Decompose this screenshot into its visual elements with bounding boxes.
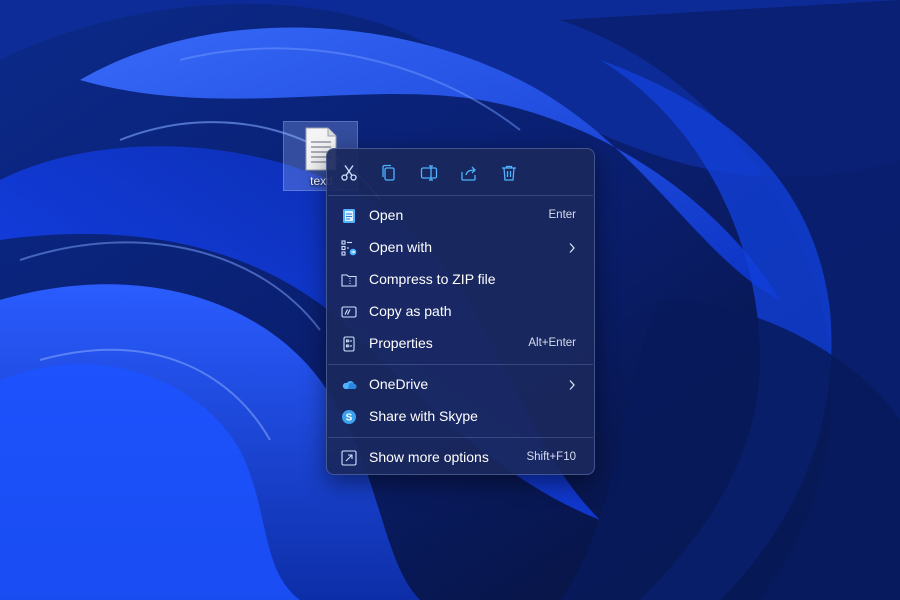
menu-item-label: Compress to ZIP file (369, 271, 496, 287)
menu-item-copy-as-path[interactable]: Copy as path (331, 296, 590, 328)
shortcut-text: Alt+Enter (528, 337, 576, 349)
menu-item-show-more-options[interactable]: Show more options Shift+F10 (331, 442, 590, 474)
menu-item-open[interactable]: Open Enter (331, 200, 590, 232)
path-icon (341, 304, 357, 320)
menu-item-compress-zip[interactable]: Compress to ZIP file (331, 264, 590, 296)
menu-item-label: Open with (369, 239, 433, 255)
menu-item-label: Copy as path (369, 303, 452, 319)
chevron-right-icon (569, 243, 575, 253)
trash-icon (502, 165, 516, 181)
separator (328, 437, 593, 438)
scissors-icon (341, 165, 357, 181)
menu-item-label: OneDrive (369, 376, 429, 392)
zip-folder-icon (341, 272, 357, 288)
menu-item-properties[interactable]: Properties Alt+Enter (331, 328, 590, 360)
rename-button[interactable] (415, 159, 443, 187)
menu-item-onedrive[interactable]: OneDrive (331, 369, 590, 401)
skype-icon: S (341, 409, 357, 425)
cut-button[interactable] (335, 159, 363, 187)
share-icon (461, 166, 476, 181)
menu-item-label: Share with Skype (369, 408, 478, 424)
separator (328, 195, 593, 196)
notepad-icon (341, 208, 357, 224)
delete-button[interactable] (495, 159, 523, 187)
svg-text:S: S (346, 413, 353, 424)
quick-actions-bar (327, 149, 594, 195)
copy-button[interactable] (375, 159, 403, 187)
rename-icon (420, 165, 438, 181)
separator (328, 364, 593, 365)
menu-item-open-with[interactable]: Open with (331, 232, 590, 264)
open-with-icon (341, 240, 357, 256)
context-menu: Open Enter Open with Compress to ZIP fil… (326, 148, 595, 475)
menu-item-label: Show more options (369, 449, 489, 465)
share-button[interactable] (455, 159, 483, 187)
shortcut-text: Enter (548, 209, 577, 221)
menu-item-label: Properties (369, 335, 433, 351)
chevron-right-icon (569, 380, 575, 390)
menu-item-share-skype[interactable]: S Share with Skype (331, 401, 590, 433)
copy-icon (382, 164, 395, 181)
properties-icon (341, 336, 357, 352)
shortcut-text: Shift+F10 (526, 451, 576, 463)
menu-item-label: Open (369, 207, 404, 223)
more-options-icon (341, 450, 357, 466)
onedrive-icon (341, 377, 357, 393)
